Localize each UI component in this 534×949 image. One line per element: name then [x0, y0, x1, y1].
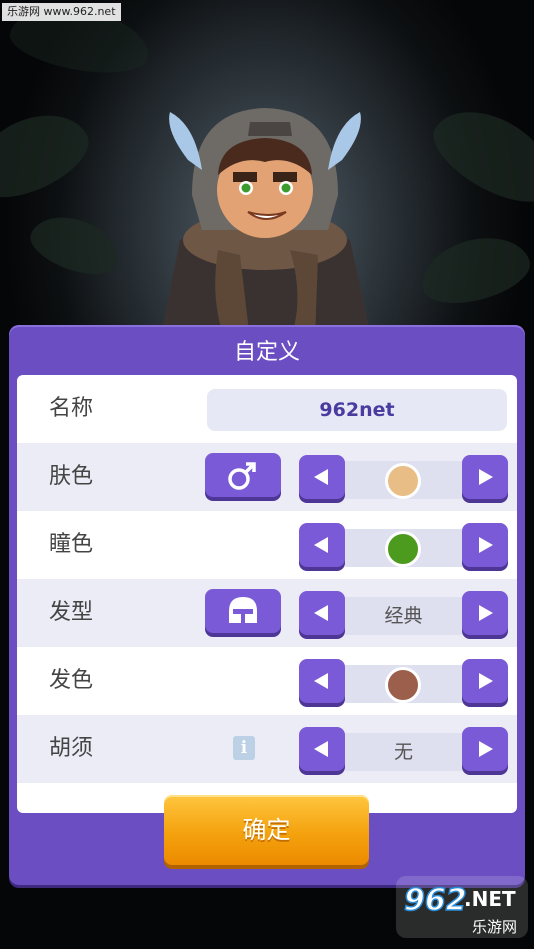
watermark-sub: 乐游网	[472, 918, 517, 936]
helmet-toggle-button[interactable]	[205, 589, 281, 633]
row-hair-color: 发色	[17, 647, 517, 715]
hair-color-swatch	[385, 667, 421, 703]
watermark-suffix: .NET	[464, 887, 516, 911]
skin-next-button[interactable]	[462, 455, 508, 499]
hair-color-prev-button[interactable]	[299, 659, 345, 703]
arrow-left-icon	[314, 537, 328, 553]
hair-style-next-button[interactable]	[462, 591, 508, 635]
arrow-right-icon	[479, 537, 493, 553]
row-skin-color: 肤色	[17, 443, 517, 511]
beard-prev-button[interactable]	[299, 727, 345, 771]
row-eye-color: 瞳色	[17, 511, 517, 579]
eye-prev-button[interactable]	[299, 523, 345, 567]
skin-color-label: 肤色	[49, 464, 94, 489]
arrow-left-icon	[314, 741, 328, 757]
info-icon[interactable]: i	[233, 736, 255, 760]
beard-label: 胡须	[49, 736, 94, 761]
hair-color-selector	[345, 665, 462, 703]
arrow-left-icon	[314, 673, 328, 689]
male-symbol-icon	[228, 462, 256, 490]
eye-color-label: 瞳色	[49, 532, 94, 557]
eye-color-swatch	[385, 531, 421, 567]
beard-value: 无	[345, 733, 462, 771]
helmet-icon	[229, 597, 257, 623]
panel-title: 自定义	[233, 340, 300, 365]
skin-color-swatch	[385, 463, 421, 499]
hair-style-prev-button[interactable]	[299, 591, 345, 635]
name-input[interactable]: 962net	[207, 389, 507, 431]
customize-panel: 自定义 名称 962net 肤色 瞳色 发型 经典 发色 胡须 i 无 确定	[9, 325, 525, 885]
hair-color-label: 发色	[49, 668, 94, 693]
arrow-left-icon	[314, 469, 328, 485]
skin-color-selector	[345, 461, 462, 499]
gender-toggle-button[interactable]	[205, 453, 281, 497]
arrow-right-icon	[479, 673, 493, 689]
foliage	[421, 92, 534, 218]
watermark-top: 乐游网 www.962.net	[2, 3, 121, 21]
hair-color-next-button[interactable]	[462, 659, 508, 703]
name-label: 名称	[49, 396, 94, 421]
hair-style-value: 经典	[345, 597, 462, 635]
skin-prev-button[interactable]	[299, 455, 345, 499]
confirm-button[interactable]: 确定	[164, 795, 369, 865]
options-list: 名称 962net 肤色 瞳色 发型 经典 发色 胡须 i 无	[17, 375, 517, 813]
foliage	[24, 206, 126, 284]
arrow-right-icon	[479, 741, 493, 757]
character-preview	[160, 108, 372, 340]
eye-next-button[interactable]	[462, 523, 508, 567]
site-logo-watermark: 962 .NET 乐游网	[396, 876, 528, 938]
row-hair-style: 发型 经典	[17, 579, 517, 647]
foliage	[414, 226, 534, 314]
foliage	[0, 97, 100, 213]
arrow-right-icon	[479, 469, 493, 485]
row-name: 名称 962net	[17, 375, 517, 443]
arrow-left-icon	[314, 605, 328, 621]
hair-style-label: 发型	[49, 600, 94, 625]
beard-next-button[interactable]	[462, 727, 508, 771]
row-beard: 胡须 i 无	[17, 715, 517, 783]
eye-color-selector	[345, 529, 462, 567]
watermark-brand: 962	[404, 883, 467, 918]
arrow-right-icon	[479, 605, 493, 621]
